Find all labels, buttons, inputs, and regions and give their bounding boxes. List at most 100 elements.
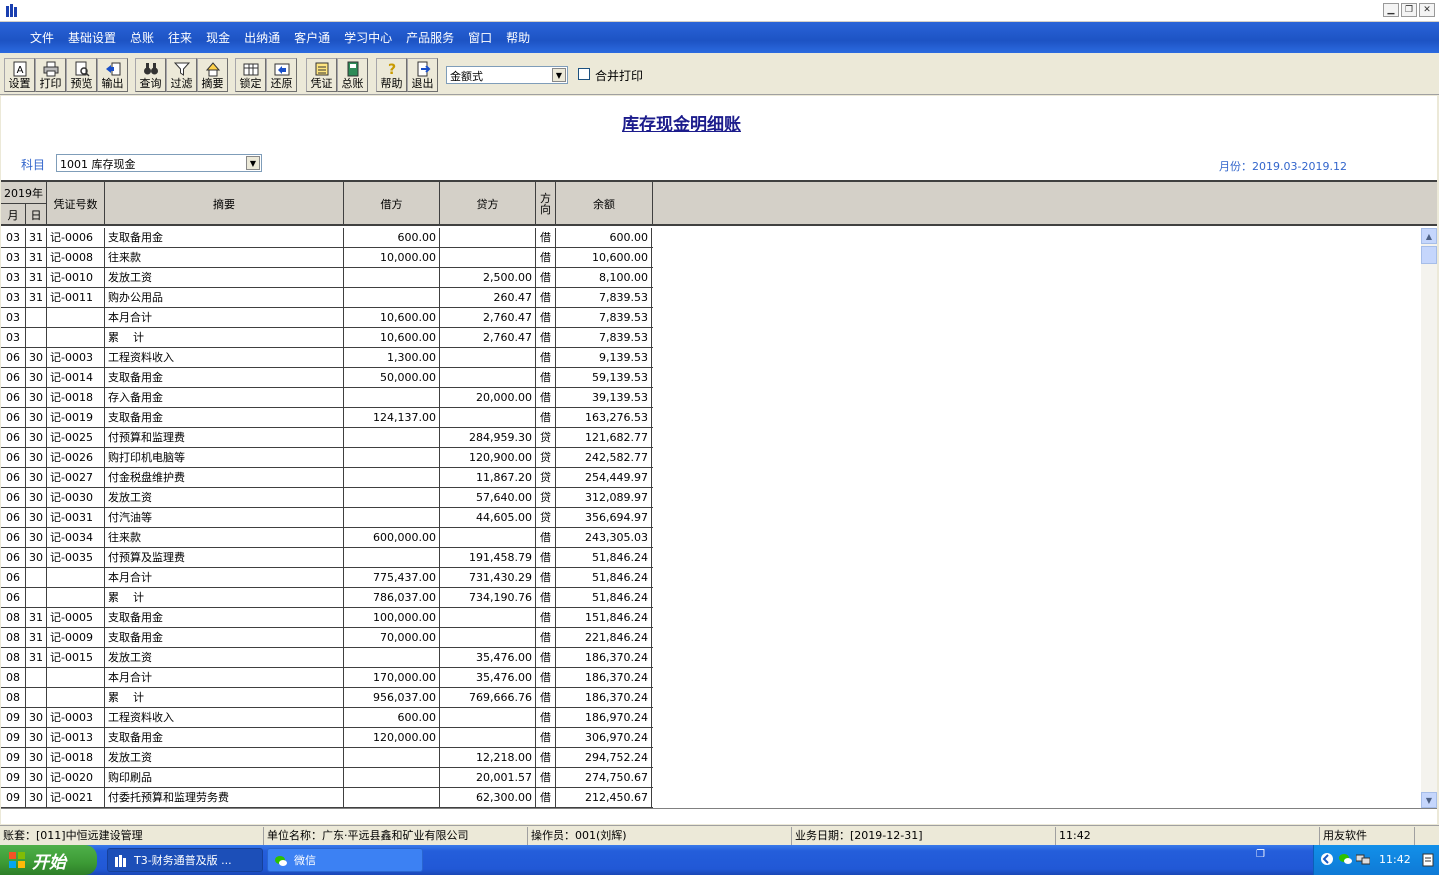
table-row[interactable]: 08 累 计 956,037.00 769,666.76 借 186,370.24 xyxy=(1,688,653,708)
table-row[interactable]: 03 本月合计 10,600.00 2,760.47 借 7,839.53 xyxy=(1,308,653,328)
menu-help[interactable]: 帮助 xyxy=(504,27,532,48)
scroll-thumb[interactable] xyxy=(1421,246,1437,264)
scroll-up-icon[interactable]: ▲ xyxy=(1421,228,1437,244)
print-label: 打印 xyxy=(39,77,62,90)
menu-customer[interactable]: 客户通 xyxy=(292,27,332,48)
table-row[interactable]: 06 30 记-0003 工程资料收入 1,300.00 借 9,139.53 xyxy=(1,348,653,368)
table-row[interactable]: 03 31 记-0008 往来款 10,000.00 借 10,600.00 xyxy=(1,248,653,268)
task-t3-finance[interactable]: T3-财务通普及版 ... xyxy=(107,848,263,872)
menu-cash[interactable]: 现金 xyxy=(204,27,232,48)
table-row[interactable]: 09 30 记-0013 支取备用金 120,000.00 借 306,970.24 xyxy=(1,728,653,748)
tray-wechat-icon[interactable] xyxy=(1338,852,1354,866)
table-row[interactable]: 03 31 记-0011 购办公用品 260.47 借 7,839.53 xyxy=(1,288,653,308)
cell-credit xyxy=(440,528,536,547)
chevron-down-icon[interactable]: ▼ xyxy=(552,68,566,82)
table-row[interactable]: 09 30 记-0020 购印刷品 20,001.57 借 274,750.67 xyxy=(1,768,653,788)
table-row[interactable]: 06 30 记-0035 付预算及监理费 191,458.79 借 51,846.24 xyxy=(1,548,653,568)
menu-basic-settings[interactable]: 基础设置 xyxy=(66,27,118,48)
cell-credit: 35,476.00 xyxy=(440,648,536,667)
print-button[interactable]: 打印 xyxy=(35,58,66,92)
cell-month: 03 xyxy=(1,268,26,287)
year-header: 2019年 xyxy=(1,182,47,204)
table-row[interactable]: 08 31 记-0015 发放工资 35,476.00 借 186,370.24 xyxy=(1,648,653,668)
table-row[interactable]: 09 30 记-0021 付委托预算和监理劳务费 62,300.00 借 212,450.6… xyxy=(1,788,653,808)
table-row[interactable]: 06 30 记-0031 付汽油等 44,605.00 贷 356,694.97 xyxy=(1,508,653,528)
table-row[interactable]: 08 本月合计 170,000.00 35,476.00 借 186,370.24 xyxy=(1,668,653,688)
table-row[interactable]: 06 30 记-0027 付金税盘维护费 11,867.20 贷 254,449.97 xyxy=(1,468,653,488)
menu-general-ledger[interactable]: 总账 xyxy=(128,27,156,48)
cell-debit: 956,037.00 xyxy=(344,688,440,707)
cell-month: 08 xyxy=(1,648,26,667)
table-row[interactable]: 08 31 记-0005 支取备用金 100,000.00 借 151,846.24 xyxy=(1,608,653,628)
table-row[interactable]: 06 30 记-0026 购打印机电脑等 120,900.00 贷 242,582.77 xyxy=(1,448,653,468)
table-row[interactable]: 03 累 计 10,600.00 2,760.47 借 7,839.53 xyxy=(1,328,653,348)
subject-select[interactable]: 1001 库存现金 ▼ xyxy=(56,154,262,172)
menu-product-service[interactable]: 产品服务 xyxy=(404,27,456,48)
query-button[interactable]: 查询 xyxy=(135,58,166,92)
scroll-down-icon[interactable]: ▼ xyxy=(1421,792,1437,808)
table-row[interactable]: 06 30 记-0019 支取备用金 124,137.00 借 163,276.53 xyxy=(1,408,653,428)
status-operator: 操作员：001(刘辉) xyxy=(528,827,792,845)
tray-chevron-icon[interactable] xyxy=(1320,852,1334,866)
table-row[interactable]: 06 30 记-0018 存入备用金 20,000.00 借 39,139.53 xyxy=(1,388,653,408)
filter-button[interactable]: 过滤 xyxy=(166,58,197,92)
help-label: 帮助 xyxy=(380,77,403,90)
cell-credit: 12,218.00 xyxy=(440,748,536,767)
table-row[interactable]: 03 31 记-0006 支取备用金 600.00 借 600.00 xyxy=(1,228,653,248)
table-row[interactable]: 06 本月合计 775,437.00 731,430.29 借 51,846.24 xyxy=(1,568,653,588)
preview-button[interactable]: 预览 xyxy=(66,58,97,92)
menu-accounts[interactable]: 往来 xyxy=(166,27,194,48)
menu-learning[interactable]: 学习中心 xyxy=(342,27,394,48)
notification-icon[interactable] xyxy=(1422,853,1434,867)
settings-button[interactable]: A 设置 xyxy=(4,58,35,92)
restore-view-button[interactable]: 还原 xyxy=(266,58,297,92)
vertical-scrollbar[interactable]: ▲ ▼ xyxy=(1421,228,1437,808)
table-row[interactable]: 06 30 记-0014 支取备用金 50,000.00 借 59,139.53 xyxy=(1,368,653,388)
cell-voucher: 记-0025 xyxy=(47,428,105,447)
minimize-button[interactable]: ▁ xyxy=(1383,3,1399,17)
tray-expand-icon[interactable]: ❐ xyxy=(1256,849,1265,860)
summary-header: 摘要 xyxy=(105,182,344,226)
cell-direction: 借 xyxy=(536,548,556,567)
cell-month: 03 xyxy=(1,308,26,327)
cell-balance: 306,970.24 xyxy=(556,728,652,747)
cell-balance: 356,694.97 xyxy=(556,508,652,527)
table-row[interactable]: 06 累 计 786,037.00 734,190.76 借 51,846.24 xyxy=(1,588,653,608)
amount-format-select[interactable]: 金额式 ▼ xyxy=(446,66,568,84)
table-row[interactable]: 09 30 记-0018 发放工资 12,218.00 借 294,752.24 xyxy=(1,748,653,768)
cell-debit: 100,000.00 xyxy=(344,608,440,627)
menu-file[interactable]: 文件 xyxy=(28,27,56,48)
table-row[interactable]: 06 30 记-0025 付预算和监理费 284,959.30 贷 121,682.77 xyxy=(1,428,653,448)
task-wechat[interactable]: 微信 xyxy=(267,848,423,872)
export-button[interactable]: 输出 xyxy=(97,58,128,92)
filter-icon xyxy=(173,62,190,76)
cell-debit: 600.00 xyxy=(344,228,440,247)
table-row[interactable]: 09 30 记-0003 工程资料收入 600.00 借 186,970.24 xyxy=(1,708,653,728)
restore-button[interactable]: ❐ xyxy=(1401,3,1417,17)
menu-cashier[interactable]: 出纳通 xyxy=(242,27,282,48)
table-row[interactable]: 08 31 记-0009 支取备用金 70,000.00 借 221,846.24 xyxy=(1,628,653,648)
cell-balance: 254,449.97 xyxy=(556,468,652,487)
app-logo-icon xyxy=(6,4,17,17)
close-button[interactable]: ✕ xyxy=(1419,3,1435,17)
task-t3-finance-label: T3-财务通普及版 ... xyxy=(134,854,232,867)
lock-button[interactable]: 锁定 xyxy=(235,58,266,92)
start-button[interactable]: 开始 xyxy=(0,845,97,875)
cell-voucher: 记-0011 xyxy=(47,288,105,307)
summary-button[interactable]: 摘要 xyxy=(197,58,228,92)
cell-direction: 贷 xyxy=(536,488,556,507)
help-button[interactable]: ? 帮助 xyxy=(376,58,407,92)
chevron-down-icon[interactable]: ▼ xyxy=(246,156,260,170)
table-row[interactable]: 06 30 记-0030 发放工资 57,640.00 贷 312,089.97 xyxy=(1,488,653,508)
table-row[interactable]: 03 31 记-0010 发放工资 2,500.00 借 8,100.00 xyxy=(1,268,653,288)
cell-direction: 贷 xyxy=(536,448,556,467)
general-ledger-button[interactable]: 总账 xyxy=(337,58,368,92)
voucher-button[interactable]: 凭证 xyxy=(306,58,337,92)
merge-print-checkbox[interactable] xyxy=(578,68,590,80)
status-business-date: 业务日期：[2019-12-31] xyxy=(792,827,1056,845)
menu-window[interactable]: 窗口 xyxy=(466,27,494,48)
cell-month: 06 xyxy=(1,548,26,567)
exit-button[interactable]: 退出 xyxy=(407,58,438,92)
network-icon[interactable] xyxy=(1356,853,1370,865)
table-row[interactable]: 06 30 记-0034 往来款 600,000.00 借 243,305.03 xyxy=(1,528,653,548)
